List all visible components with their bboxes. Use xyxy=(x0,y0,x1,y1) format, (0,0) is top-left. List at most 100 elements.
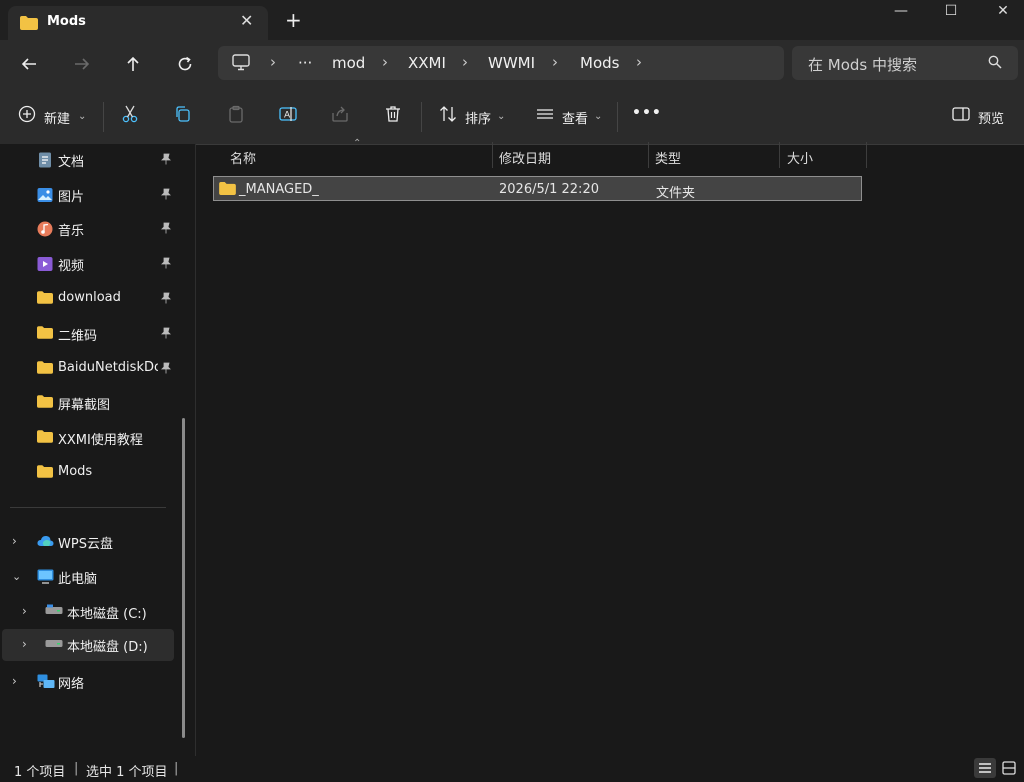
sidebar-item-drive-c[interactable]: › 本地磁盘 (C:) xyxy=(0,596,175,628)
breadcrumb-xxmi[interactable]: XXMI xyxy=(408,54,446,72)
preview-pane-button[interactable] xyxy=(952,105,970,127)
svg-text:A: A xyxy=(284,111,291,121)
chevron-down-icon: ⌄ xyxy=(497,111,506,122)
pin-icon[interactable] xyxy=(160,188,172,204)
sidebar-scrollbar[interactable] xyxy=(182,418,185,738)
sidebar-item-pictures[interactable]: 图片 xyxy=(0,179,175,211)
sidebar-item-baidunetdisk[interactable]: BaiduNetdiskDownload xyxy=(0,353,175,385)
pin-icon[interactable] xyxy=(160,257,172,273)
sort-button[interactable] xyxy=(439,105,457,127)
breadcrumb-mod[interactable]: mod xyxy=(332,54,365,72)
sidebar-item-label: 屏幕截图 xyxy=(58,398,111,413)
chevron-right-icon[interactable]: › xyxy=(22,604,27,618)
search-input[interactable]: 在 Mods 中搜索 xyxy=(808,54,917,75)
share-button[interactable] xyxy=(331,105,349,127)
sidebar-item-xxmi-tutorial[interactable]: XXMI使用教程 xyxy=(0,422,175,454)
cloud-icon xyxy=(37,534,54,552)
column-header-modified[interactable]: 修改日期 xyxy=(499,148,551,167)
close-button[interactable]: ✕ xyxy=(980,0,1024,24)
sidebar-item-videos[interactable]: 视频 xyxy=(0,248,175,280)
preview-pane-label[interactable]: 预览 xyxy=(978,108,1004,127)
view-button-label[interactable]: 查看 xyxy=(562,108,588,127)
status-divider: | xyxy=(74,761,79,776)
up-button[interactable] xyxy=(119,52,147,76)
new-button[interactable] xyxy=(18,105,36,127)
file-name: _MANAGED_ xyxy=(239,182,319,197)
more-options-button[interactable]: ••• xyxy=(632,105,662,121)
copy-icon xyxy=(176,106,190,122)
sidebar-item-qrcode[interactable]: 二维码 xyxy=(0,318,175,350)
sidebar-item-screenshots[interactable]: 屏幕截图 xyxy=(0,387,175,419)
selected-count: 选中 1 个项目 xyxy=(86,765,168,780)
sidebar-item-documents[interactable]: 文档 xyxy=(0,144,175,176)
paste-button[interactable] xyxy=(227,105,245,127)
chevron-right-icon[interactable]: › xyxy=(22,637,27,651)
clipboard-icon xyxy=(229,105,243,123)
copy-button[interactable] xyxy=(174,105,192,127)
sidebar-item-label: 图片 xyxy=(58,190,85,205)
sort-button-label[interactable]: 排序 xyxy=(465,108,491,127)
breadcrumb-separator: › xyxy=(382,53,388,71)
sidebar-item-label: 音乐 xyxy=(58,224,85,239)
preview-pane-icon xyxy=(952,107,970,121)
tab-close-button[interactable]: ✕ xyxy=(240,11,253,30)
pin-icon[interactable] xyxy=(160,222,172,238)
chevron-down-icon[interactable]: ⌄ xyxy=(12,570,21,583)
tiles-view-button[interactable] xyxy=(998,758,1020,778)
command-bar: 新建 ⌄ A 排序 ⌄ 查看 ⌄ ••• 预览 xyxy=(0,90,1024,145)
folder-icon xyxy=(37,291,53,308)
file-row[interactable]: _MANAGED_ 2026/5/1 22:20 文件夹 xyxy=(213,176,862,201)
pin-icon[interactable] xyxy=(160,327,172,343)
sidebar-item-label: download xyxy=(58,290,121,305)
navigation-pane: 文档 图片 音乐 视频 download 二维码 BaiduNetdiskDow… xyxy=(0,144,195,756)
sidebar-item-label: WPS云盘 xyxy=(58,537,113,552)
breadcrumb-wwmi[interactable]: WWMI xyxy=(488,54,535,72)
network-icon xyxy=(37,674,55,694)
column-divider[interactable] xyxy=(648,142,649,168)
column-divider[interactable] xyxy=(779,142,780,168)
column-divider[interactable] xyxy=(492,142,493,168)
pane-splitter[interactable] xyxy=(195,144,196,756)
sidebar-item-mods[interactable]: Mods xyxy=(0,457,175,489)
chevron-right-icon[interactable]: › xyxy=(12,674,17,688)
pin-icon[interactable] xyxy=(160,362,172,378)
sidebar-item-drive-d[interactable]: › 本地磁盘 (D:) xyxy=(2,629,174,661)
rename-button[interactable]: A xyxy=(279,105,297,127)
details-view-button[interactable] xyxy=(974,758,996,778)
computer-icon xyxy=(37,569,54,588)
tab-mods[interactable]: Mods ✕ xyxy=(8,6,268,40)
back-button[interactable] xyxy=(15,52,43,76)
pin-icon[interactable] xyxy=(160,153,172,169)
sidebar-item-this-pc[interactable]: ⌄ 此电脑 xyxy=(0,561,175,593)
view-button[interactable] xyxy=(536,105,554,127)
chevron-right-icon[interactable]: › xyxy=(12,534,17,548)
forward-button[interactable] xyxy=(68,52,96,76)
sidebar-item-label: 二维码 xyxy=(58,329,98,344)
new-tab-button[interactable]: + xyxy=(285,8,302,32)
sidebar-item-wps-cloud[interactable]: › WPS云盘 xyxy=(0,526,175,558)
tiles-view-icon xyxy=(1002,761,1016,775)
status-bar: 1 个项目 | 选中 1 个项目 | xyxy=(0,756,1024,780)
sidebar-item-network[interactable]: › 网络 xyxy=(0,666,175,698)
breadcrumb-more-button[interactable]: ··· xyxy=(298,54,312,72)
new-button-label[interactable]: 新建 xyxy=(44,108,70,127)
refresh-button[interactable] xyxy=(171,52,199,76)
pictures-icon xyxy=(37,187,53,207)
cut-button[interactable] xyxy=(121,105,139,127)
pin-icon[interactable] xyxy=(160,292,172,308)
breadcrumb-mods[interactable]: Mods xyxy=(580,54,619,72)
delete-button[interactable] xyxy=(384,105,402,127)
column-header-type[interactable]: 类型 xyxy=(655,148,681,167)
sidebar-item-music[interactable]: 音乐 xyxy=(0,213,175,245)
minimize-button[interactable]: — xyxy=(878,0,924,24)
maximize-button[interactable]: ☐ xyxy=(928,0,974,24)
trash-icon xyxy=(386,106,400,122)
breadcrumb-separator: › xyxy=(636,53,642,71)
column-divider[interactable] xyxy=(866,142,867,168)
computer-icon xyxy=(232,54,250,75)
address-bar[interactable]: › ··· mod › XXMI › WWMI › Mods › xyxy=(218,46,784,80)
column-header-name[interactable]: 名称 xyxy=(230,148,256,167)
sidebar-item-download[interactable]: download xyxy=(0,283,175,315)
column-header-size[interactable]: 大小 xyxy=(787,148,813,167)
search-box[interactable]: 在 Mods 中搜索 xyxy=(792,46,1018,80)
